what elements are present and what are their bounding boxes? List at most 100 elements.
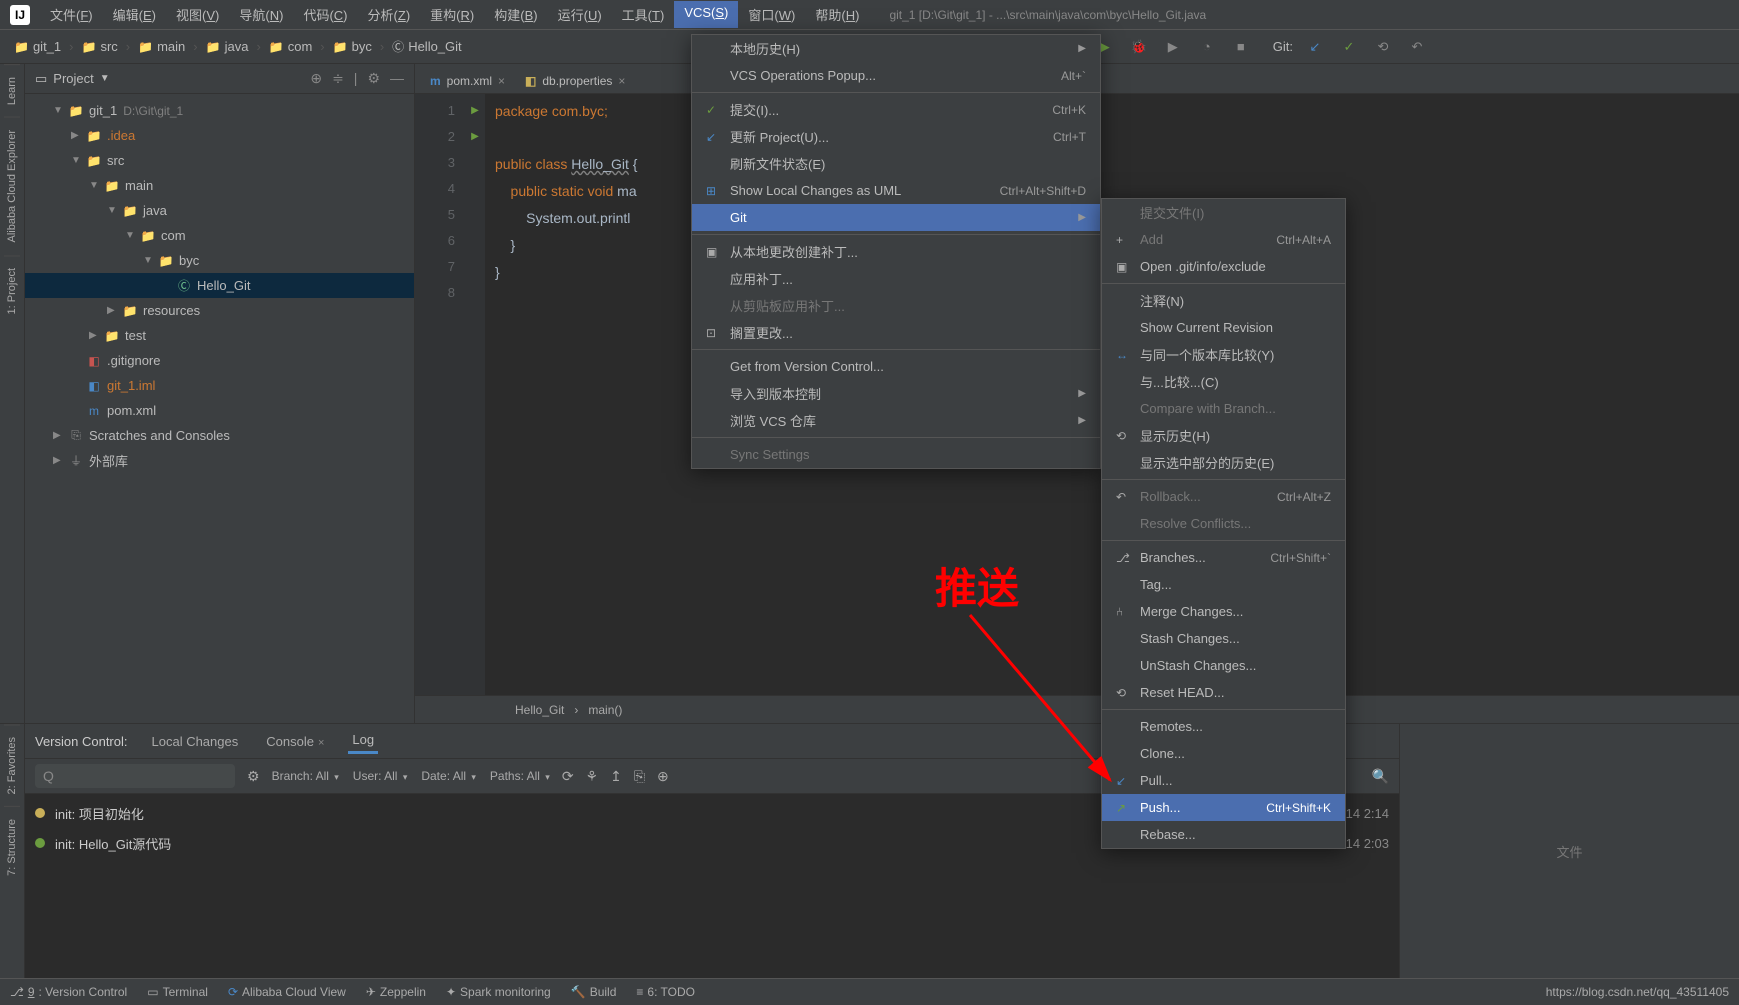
status-spark-monitoring[interactable]: ✦ Spark monitoring — [446, 985, 551, 999]
tool-7:-structure[interactable]: 7: Structure — [4, 806, 20, 888]
menu-运行[interactable]: 运行(U) — [548, 1, 612, 28]
tree-node-test[interactable]: ▶📁test — [25, 323, 414, 348]
menu-重构[interactable]: 重构(R) — [420, 1, 484, 28]
status-build[interactable]: 🔨 Build — [571, 985, 617, 999]
menu-帮助[interactable]: 帮助(H) — [805, 1, 869, 28]
tool-2:-favorites[interactable]: 2: Favorites — [4, 724, 20, 806]
menu-构建[interactable]: 构建(B) — [484, 1, 547, 28]
close-icon[interactable]: × — [498, 74, 505, 88]
vcs-menu-item-9[interactable]: ▣从本地更改创建补丁... — [692, 238, 1100, 265]
git-menu-item-20[interactable]: ⟲Reset HEAD... — [1102, 679, 1345, 706]
git-menu-item-25[interactable]: ↗Push...Ctrl+Shift+K — [1102, 794, 1345, 821]
vcs-menu-item-5[interactable]: 刷新文件状态(E) — [692, 150, 1100, 177]
git-menu-item-2[interactable]: ▣Open .git/info/exclude — [1102, 253, 1345, 280]
search-icon[interactable]: 🔍 — [1372, 768, 1389, 785]
tree-node-java[interactable]: ▼📁java — [25, 198, 414, 223]
editor-status-class[interactable]: Hello_Git — [515, 703, 564, 717]
menu-文件[interactable]: 文件(F) — [40, 1, 103, 28]
crumb-java[interactable]: 📁 java — [202, 37, 253, 56]
vcs-menu-item-14[interactable]: Get from Version Control... — [692, 353, 1100, 380]
vcs-menu-item-7[interactable]: Git▶ — [692, 204, 1100, 231]
vcs-menu-item-1[interactable]: VCS Operations Popup...Alt+` — [692, 62, 1100, 89]
vcs-menu-item-16[interactable]: 浏览 VCS 仓库▶ — [692, 407, 1100, 434]
filter-paths[interactable]: Paths: All ▾ — [490, 769, 550, 783]
tree-node-.gitignore[interactable]: ◧.gitignore — [25, 348, 414, 373]
git-menu-item-17[interactable]: ⑃Merge Changes... — [1102, 598, 1345, 625]
git-commit-icon[interactable]: ✓ — [1337, 35, 1361, 59]
breadcrumb[interactable]: 📁 git_1›📁 src›📁 main›📁 java›📁 com›📁 byc›… — [10, 36, 466, 57]
git-menu-item-9[interactable]: ⟲显示历史(H) — [1102, 422, 1345, 449]
tool-1:-project[interactable]: 1: Project — [4, 255, 20, 326]
filter-branch[interactable]: Branch: All ▾ — [272, 769, 339, 783]
gear-icon[interactable]: ⚙ — [367, 70, 380, 87]
git-menu-item-15[interactable]: ⎇Branches...Ctrl+Shift+` — [1102, 544, 1345, 571]
git-menu-item-5[interactable]: Show Current Revision — [1102, 314, 1345, 341]
refresh-icon[interactable]: ⟳ — [562, 768, 574, 785]
vcs-menu-item-6[interactable]: ⊞Show Local Changes as UMLCtrl+Alt+Shift… — [692, 177, 1100, 204]
tree-node-.idea[interactable]: ▶📁.idea — [25, 123, 414, 148]
hide-icon[interactable]: — — [390, 70, 404, 87]
git-update-icon[interactable]: ↙ — [1303, 35, 1327, 59]
tree-node-com[interactable]: ▼📁com — [25, 223, 414, 248]
git-menu-item-26[interactable]: Rebase... — [1102, 821, 1345, 848]
tree-node-git_1[interactable]: ▼📁git_1D:\Git\git_1 — [25, 98, 414, 123]
tool-alibaba-cloud-explorer[interactable]: Alibaba Cloud Explorer — [4, 117, 20, 255]
push-icon[interactable]: ↥ — [610, 768, 622, 785]
stop-icon[interactable]: ■ — [1229, 35, 1253, 59]
git-menu-item-19[interactable]: UnStash Changes... — [1102, 652, 1345, 679]
menu-窗口[interactable]: 窗口(W) — [738, 1, 805, 28]
tool-learn[interactable]: Learn — [4, 64, 20, 117]
tree-node-Scratches and Consoles[interactable]: ▶⎘Scratches and Consoles — [25, 423, 414, 448]
editor-tab-pom.xml[interactable]: mpom.xml× — [420, 69, 515, 93]
coverage-icon[interactable]: ▶ — [1161, 35, 1185, 59]
tree-node-byc[interactable]: ▼📁byc — [25, 248, 414, 273]
editor-status-method[interactable]: main() — [588, 703, 622, 717]
git-menu-item-24[interactable]: ↙Pull... — [1102, 767, 1345, 794]
menu-导航[interactable]: 导航(N) — [229, 1, 293, 28]
tree-node-resources[interactable]: ▶📁resources — [25, 298, 414, 323]
vcs-menu[interactable]: 本地历史(H)▶VCS Operations Popup...Alt+`✓提交(… — [691, 34, 1101, 469]
vcs-menu-item-10[interactable]: 应用补丁... — [692, 265, 1100, 292]
tree-node-git_1.iml[interactable]: ◧git_1.iml — [25, 373, 414, 398]
project-tree[interactable]: ▼📁git_1D:\Git\git_1▶📁.idea▼📁src▼📁main▼📁j… — [25, 94, 414, 477]
filter-date[interactable]: Date: All ▾ — [421, 769, 476, 783]
menu-代码[interactable]: 代码(C) — [293, 1, 357, 28]
git-menu-item-18[interactable]: Stash Changes... — [1102, 625, 1345, 652]
close-icon[interactable]: × — [618, 74, 625, 88]
crumb-byc[interactable]: 📁 byc — [329, 37, 376, 56]
profile-icon[interactable]: ◔ — [1195, 35, 1219, 59]
vcs-tab-console[interactable]: Console× — [262, 730, 328, 753]
tree-node-Hello_Git[interactable]: ⒸHello_Git — [25, 273, 414, 298]
git-menu-item-10[interactable]: 显示选中部分的历史(E) — [1102, 449, 1345, 476]
git-submenu[interactable]: 提交文件(I)+AddCtrl+Alt+A▣Open .git/info/exc… — [1101, 198, 1346, 849]
cherry-pick-icon[interactable]: ⚘ — [586, 768, 599, 785]
menu-分析[interactable]: 分析(Z) — [358, 1, 421, 28]
git-menu-item-4[interactable]: 注释(N) — [1102, 287, 1345, 314]
tree-node-外部库[interactable]: ▶⏚外部库 — [25, 448, 414, 473]
git-rollback-icon[interactable]: ↶ — [1405, 35, 1429, 59]
crumb-Hello_Git[interactable]: Ⓒ Hello_Git — [388, 36, 465, 57]
git-menu-item-16[interactable]: Tag... — [1102, 571, 1345, 598]
tree-node-src[interactable]: ▼📁src — [25, 148, 414, 173]
crumb-main[interactable]: 📁 main — [134, 37, 189, 56]
gear-icon[interactable]: ⚙ — [247, 768, 260, 785]
crumb-git_1[interactable]: 📁 git_1 — [10, 37, 65, 56]
filter-user[interactable]: User: All ▾ — [353, 769, 408, 783]
git-history-icon[interactable]: ⟲ — [1371, 35, 1395, 59]
editor-tab-db.properties[interactable]: ◧db.properties× — [515, 69, 635, 93]
vcs-tab-local-changes[interactable]: Local Changes — [148, 730, 243, 753]
expand-icon[interactable]: ≑ — [332, 70, 344, 87]
vcs-menu-item-4[interactable]: ↙更新 Project(U)...Ctrl+T — [692, 123, 1100, 150]
open-icon[interactable]: ⊕ — [657, 768, 669, 785]
vcs-menu-item-15[interactable]: 导入到版本控制▶ — [692, 380, 1100, 407]
menu-编辑[interactable]: 编辑(E) — [103, 1, 166, 28]
status-6-todo[interactable]: ≡ 6: TODO — [636, 985, 695, 999]
debug-icon[interactable]: 🐞 — [1127, 35, 1151, 59]
status-9-version-control[interactable]: ⎇ 9: Version Control — [10, 985, 127, 999]
git-menu-item-7[interactable]: 与...比较...(C) — [1102, 368, 1345, 395]
git-menu-item-23[interactable]: Clone... — [1102, 740, 1345, 767]
vcs-menu-item-12[interactable]: ⊡搁置更改... — [692, 319, 1100, 346]
menu-视图[interactable]: 视图(V) — [166, 1, 229, 28]
status-alibaba-cloud-view[interactable]: ⟳ Alibaba Cloud View — [228, 985, 346, 999]
project-title-wrapper[interactable]: ▭ Project ▼ — [35, 71, 110, 87]
